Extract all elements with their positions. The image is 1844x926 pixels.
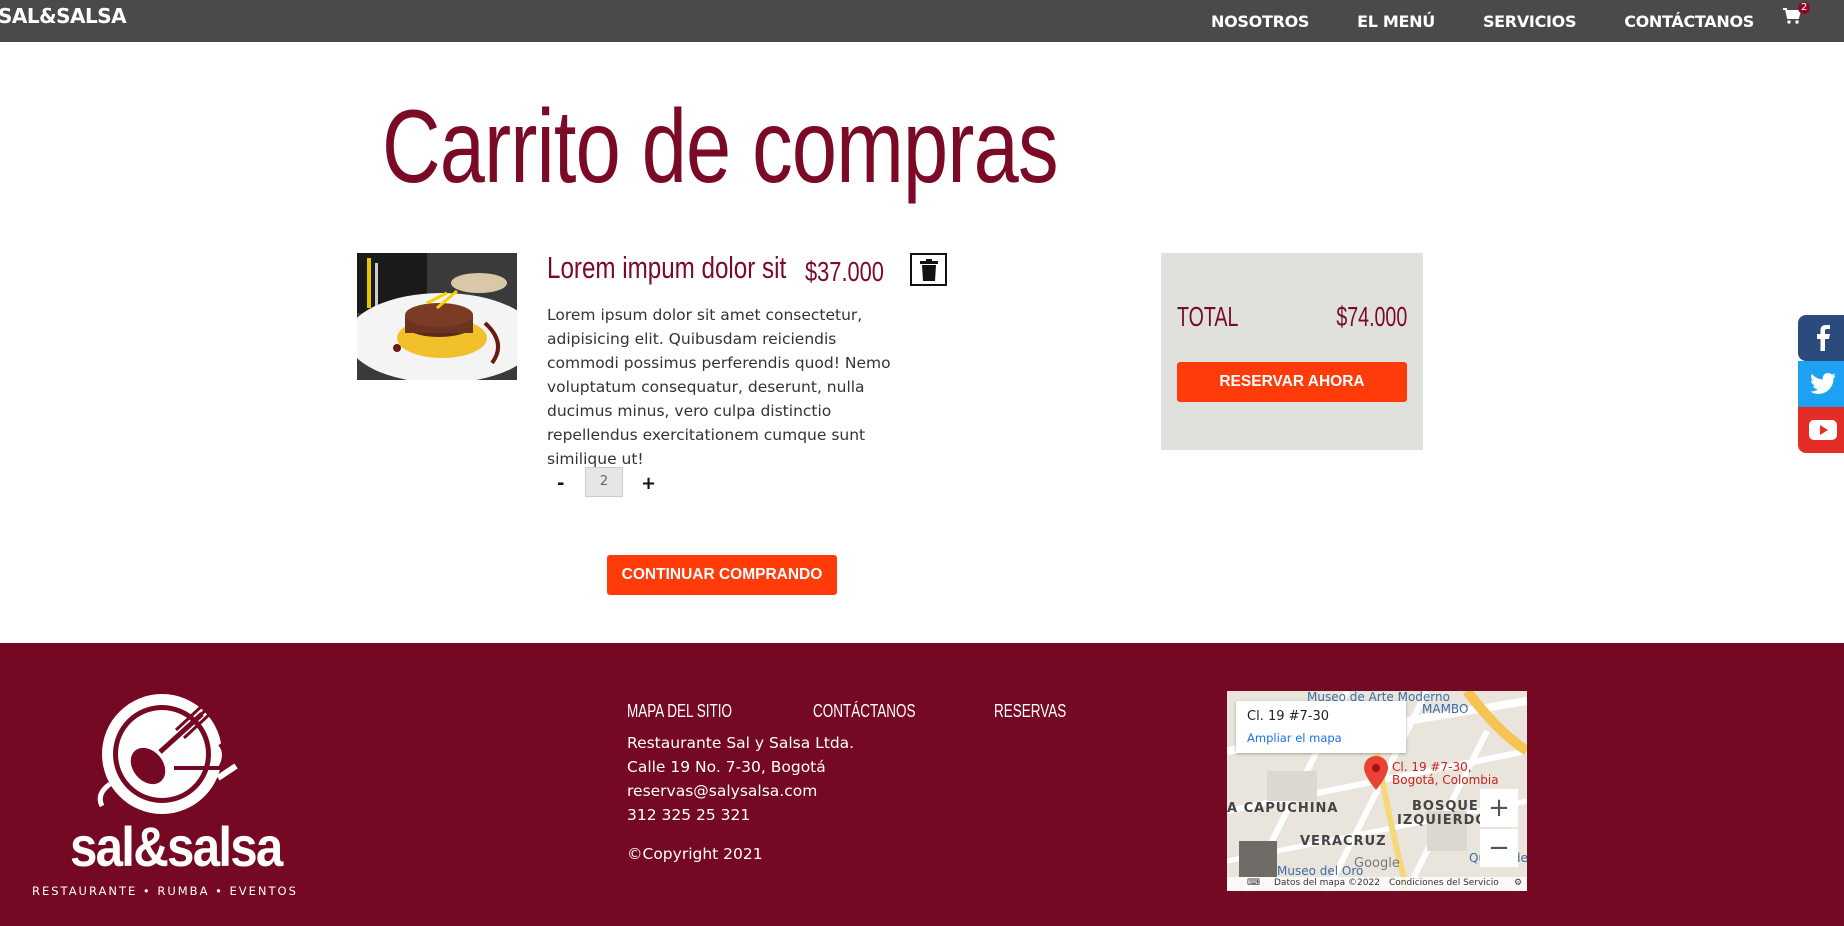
nav-link-nosotros[interactable]: NOSOTROS bbox=[1211, 12, 1309, 31]
facebook-link[interactable] bbox=[1798, 315, 1844, 361]
map-pin-label: Cl. 19 #7-30, Bogotá, Colombia bbox=[1392, 760, 1499, 787]
trash-icon bbox=[919, 258, 938, 281]
nav-link-servicios[interactable]: SERVICIOS bbox=[1483, 12, 1577, 31]
map-report-icon[interactable]: ⚙ bbox=[1514, 878, 1522, 888]
top-navbar: SAL&SALSA NOSOTROS EL MENÚ SERVICIOS CON… bbox=[0, 0, 1844, 42]
nav-link-contactanos[interactable]: CONTÁCTANOS bbox=[1624, 12, 1754, 31]
footer-logo: sal&salsa RESTAURANTE • RUMBA • EVENTOS bbox=[30, 694, 296, 898]
map-label-capuchina: A CAPUCHINA bbox=[1227, 801, 1339, 816]
nav-links: NOSOTROS EL MENÚ SERVICIOS CONTÁCTANOS bbox=[1211, 0, 1754, 42]
twitter-icon bbox=[1810, 373, 1836, 394]
map-pin-icon bbox=[1364, 756, 1388, 790]
footer: sal&salsa RESTAURANTE • RUMBA • EVENTOS … bbox=[0, 643, 1844, 926]
total-label: TOTAL bbox=[1177, 301, 1239, 332]
product-description: Lorem ipsum dolor sit amet consectetur, … bbox=[547, 306, 891, 468]
youtube-icon bbox=[1809, 420, 1837, 440]
reserve-now-button[interactable]: RESERVAR AHORA bbox=[1177, 362, 1407, 402]
footer-heading-reservations[interactable]: RESERVAS bbox=[994, 701, 1066, 722]
map-terms-link[interactable]: Condiciones del Servicio bbox=[1389, 878, 1499, 888]
keyboard-icon[interactable]: ⌨ bbox=[1247, 878, 1260, 888]
footer-contact-info: Restaurante Sal y Salsa Ltda. Calle 19 N… bbox=[627, 731, 854, 827]
page-title: Carrito de compras bbox=[382, 89, 1059, 205]
footer-heading-contact[interactable]: CONTÁCTANOS bbox=[813, 701, 916, 722]
quantity-decrease-button[interactable]: - bbox=[557, 473, 564, 494]
footer-email[interactable]: reservas@salysalsa.com bbox=[627, 779, 854, 803]
footer-heading-sitemap[interactable]: MAPA DEL SITIO bbox=[627, 701, 732, 722]
map-attribution: Datos del mapa ©2022 bbox=[1274, 878, 1380, 888]
map-label-mambo: MAMBO bbox=[1422, 702, 1469, 716]
product-price: $37.000 bbox=[805, 256, 884, 287]
footer-logo-text: sal&salsa bbox=[70, 815, 283, 878]
brand-logo-link[interactable]: SAL&SALSA bbox=[0, 4, 127, 28]
cart-button[interactable]: 2 bbox=[1782, 2, 1812, 29]
quantity-increase-button[interactable]: + bbox=[641, 473, 656, 494]
cart-count-badge: 2 bbox=[1798, 2, 1811, 14]
map-label-museo-oro: Museo del Oro bbox=[1277, 864, 1364, 878]
map-label-veracruz: VERACRUZ bbox=[1300, 834, 1387, 849]
map-zoom-in-button[interactable]: + bbox=[1480, 789, 1518, 827]
footer-logo-tagline: RESTAURANTE • RUMBA • EVENTOS bbox=[32, 884, 298, 898]
footer-company: Restaurante Sal y Salsa Ltda. bbox=[627, 734, 855, 752]
quantity-input[interactable]: 2 bbox=[585, 467, 623, 497]
youtube-link[interactable] bbox=[1798, 407, 1844, 453]
map-footer-bar: ⌨ Datos del mapa ©2022 Condiciones del S… bbox=[1227, 877, 1527, 891]
footer-address: Calle 19 No. 7-30, Bogotá bbox=[627, 758, 826, 776]
map-card-title: Cl. 19 #7-30 bbox=[1247, 709, 1330, 724]
continue-shopping-button[interactable]: CONTINUAR COMPRANDO bbox=[607, 555, 837, 595]
plate-utensils-icon bbox=[97, 694, 238, 814]
map-zoom-out-button[interactable]: − bbox=[1480, 829, 1518, 867]
google-logo: Google bbox=[1354, 856, 1400, 871]
twitter-link[interactable] bbox=[1798, 361, 1844, 407]
total-value: $74.000 bbox=[1336, 301, 1407, 332]
remove-item-button[interactable] bbox=[910, 253, 947, 286]
order-summary: TOTAL $74.000 RESERVAR AHORA bbox=[1161, 253, 1423, 450]
map-info-card: Cl. 19 #7-30 Ampliar el mapa bbox=[1236, 701, 1406, 753]
facebook-icon bbox=[1817, 325, 1830, 351]
nav-link-menu[interactable]: EL MENÚ bbox=[1357, 12, 1435, 31]
map-label-izquierdo: IZQUIERDO bbox=[1397, 813, 1488, 828]
product-image bbox=[357, 253, 517, 380]
footer-phone: 312 325 25 321 bbox=[627, 806, 751, 824]
map-label-bosque: BOSQUE bbox=[1412, 799, 1479, 814]
footer-copyright: ©Copyright 2021 bbox=[627, 845, 763, 863]
embedded-map[interactable]: Museo de Arte Moderno MAMBO Cl. 19 #7-30… bbox=[1227, 691, 1527, 891]
product-name: Lorem impum dolor sit bbox=[547, 250, 787, 285]
map-enlarge-link[interactable]: Ampliar el mapa bbox=[1247, 731, 1342, 745]
